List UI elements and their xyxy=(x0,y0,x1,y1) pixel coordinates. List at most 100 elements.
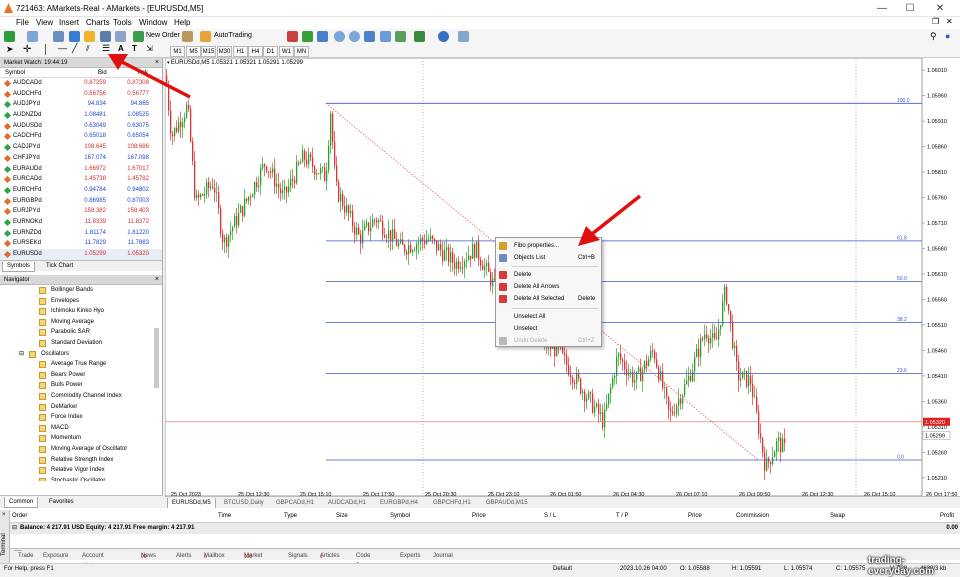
timeframe-m1[interactable]: M1 xyxy=(170,46,185,57)
market-watch-row[interactable]: EURNZDd 1.81174 1.81220 xyxy=(0,228,162,239)
new-chart-icon[interactable] xyxy=(4,31,15,42)
channel-icon[interactable]: ⫽ xyxy=(86,44,90,54)
close-terminal-icon[interactable]: × xyxy=(2,512,6,518)
market-watch-row[interactable]: EURUSDd 1.05299 1.05320 xyxy=(0,249,162,260)
tab-common[interactable]: Common xyxy=(4,497,39,508)
strategy-tester-icon[interactable] xyxy=(115,31,126,42)
market-watch-row[interactable]: AUDJPYd 94.834 94.865 xyxy=(0,99,162,110)
zoom-out-icon[interactable] xyxy=(349,31,360,42)
data-window-icon[interactable] xyxy=(69,31,80,42)
market-watch-row[interactable]: CADJPYd 108.645 108.686 xyxy=(0,142,162,153)
chart-tab-gbpcad[interactable]: GBPCADd,H1 xyxy=(276,498,314,508)
context-menu-item[interactable]: Delete xyxy=(496,270,601,280)
menu-view[interactable]: View xyxy=(36,18,53,27)
navigator-item[interactable]: Moving Average xyxy=(0,317,150,328)
timeframe-w1[interactable]: W1 xyxy=(279,46,294,57)
trendline-icon[interactable]: ╱ xyxy=(72,43,77,54)
timeframe-h1[interactable]: H1 xyxy=(233,46,248,57)
autotrading-button[interactable]: AutoTrading xyxy=(214,32,252,39)
chart-tab-eurgbp[interactable]: EURGBPd,H4 xyxy=(380,498,418,508)
chart-tab-gbpchf[interactable]: GBPCHFd,H1 xyxy=(433,498,471,508)
col-symbol[interactable]: Symbol xyxy=(5,68,25,78)
context-menu-item[interactable]: Unselect xyxy=(496,324,601,334)
close-button[interactable]: ✕ xyxy=(926,2,954,15)
navigator-item[interactable]: Average True Range xyxy=(0,359,150,370)
menu-tools[interactable]: Tools xyxy=(113,18,132,27)
navigator-item[interactable]: Moving Average of Oscillator xyxy=(0,444,150,455)
crosshair-icon[interactable]: ✛ xyxy=(23,44,31,55)
market-watch-row[interactable]: AUDUSDd 0.63049 0.63075 xyxy=(0,121,162,132)
terminal-column-header[interactable]: T / P xyxy=(616,513,629,519)
indicators-icon[interactable] xyxy=(414,31,425,42)
navigator-item[interactable]: Commodity Channel Index xyxy=(0,391,150,402)
terminal-column-header[interactable]: Time xyxy=(218,513,231,519)
chart-tab-audcad[interactable]: AUDCADd,H1 xyxy=(328,498,366,508)
status-profile[interactable]: Default xyxy=(553,566,572,572)
cursor-icon[interactable]: ➤ xyxy=(6,44,14,55)
horizontal-line-icon[interactable]: — xyxy=(58,43,67,53)
navigator-item[interactable]: Bears Power xyxy=(0,370,150,381)
navigator-group[interactable]: ⊟ Oscillators xyxy=(0,349,150,360)
tab-symbols[interactable]: Symbols xyxy=(2,262,36,272)
close-market-watch-icon[interactable]: × xyxy=(155,58,159,68)
chart-tab-gbpaud[interactable]: GBPAUDd,M15 xyxy=(486,498,528,508)
context-menu-item[interactable]: Fibo properties... xyxy=(496,241,601,251)
fibo-icon[interactable]: ☰ xyxy=(102,43,110,54)
context-menu-item[interactable]: Delete All Arrows xyxy=(496,282,601,292)
balance-row[interactable]: ⊟ Balance: 4 217.91 USD Equity: 4 217.91… xyxy=(10,523,960,534)
terminal-tab[interactable]: Articles 1 xyxy=(320,550,340,562)
tile-windows-icon[interactable] xyxy=(364,31,375,42)
terminal-column-header[interactable]: Price xyxy=(688,513,702,519)
terminal-column-header[interactable]: Type xyxy=(284,513,297,519)
market-watch-row[interactable]: CHFJPYd 167.074 167.098 xyxy=(0,153,162,164)
scroll-chart-icon[interactable] xyxy=(380,31,391,42)
market-watch-row[interactable]: EURGBPd 0.86985 0.87003 xyxy=(0,196,162,207)
terminal-tab[interactable]: Mailbox 6 xyxy=(204,550,225,562)
terminal-column-header[interactable]: Symbol xyxy=(390,513,410,519)
label-icon[interactable]: T xyxy=(132,44,137,53)
market-watch-row[interactable]: EURSEKd 11.7829 11.7883 xyxy=(0,238,162,249)
context-menu-item[interactable]: Unselect All xyxy=(496,312,601,322)
menu-window[interactable]: Window xyxy=(139,18,167,27)
navigator-item[interactable]: Momentum xyxy=(0,433,150,444)
community-icon[interactable]: ● xyxy=(945,31,950,41)
navigator-item[interactable]: Relative Strength Index xyxy=(0,455,150,466)
timeframe-d1[interactable]: D1 xyxy=(263,46,278,57)
market-watch-row[interactable]: AUDCHFd 0.56756 0.56777 xyxy=(0,89,162,100)
tab-tick-chart[interactable]: Tick Chart xyxy=(42,262,77,271)
menu-charts[interactable]: Charts xyxy=(86,18,110,27)
navigator-icon[interactable] xyxy=(84,31,95,42)
navigator-item[interactable]: Bulls Power xyxy=(0,380,150,391)
terminal-column-header[interactable]: Size xyxy=(336,513,348,519)
chart-tab-btcusd[interactable]: BTCUSD,Daily xyxy=(224,498,264,508)
timeframe-m5[interactable]: M5 xyxy=(186,46,201,57)
line-chart-icon[interactable] xyxy=(317,31,328,42)
menu-insert[interactable]: Insert xyxy=(59,18,79,27)
market-watch-row[interactable]: AUDCADd 0.87259 0.87308 xyxy=(0,78,162,89)
navigator-scrollbar[interactable] xyxy=(154,328,159,388)
close-navigator-icon[interactable]: × xyxy=(155,275,159,285)
market-watch-icon[interactable] xyxy=(53,31,64,42)
metaeditor-icon[interactable] xyxy=(182,31,193,42)
terminal-tab[interactable]: Market 103 xyxy=(244,550,262,562)
col-ask[interactable]: Ask xyxy=(138,68,148,78)
close-child-icon[interactable]: ✕ xyxy=(946,17,953,26)
navigator-item[interactable]: Envelopes xyxy=(0,296,150,307)
terminal-icon[interactable] xyxy=(100,31,111,42)
maximize-button[interactable]: ☐ xyxy=(896,2,924,15)
context-menu-item[interactable]: Objects List Ctrl+B xyxy=(496,253,601,263)
new-order-button[interactable]: New Order xyxy=(146,32,180,39)
search-icon[interactable]: ⚲ xyxy=(930,31,937,42)
market-watch-row[interactable]: CADCHFd 0.65018 0.65054 xyxy=(0,131,162,142)
periods-icon[interactable] xyxy=(438,31,449,42)
arrows-icon[interactable]: ⇲ xyxy=(146,44,153,53)
menu-help[interactable]: Help xyxy=(174,18,190,27)
terminal-column-header[interactable]: Price xyxy=(472,513,486,519)
terminal-tab[interactable]: Trade xyxy=(14,550,33,559)
navigator-item[interactable]: Standard Deviation xyxy=(0,338,150,349)
new-order-icon[interactable] xyxy=(133,31,144,42)
terminal-column-header[interactable]: Profit xyxy=(940,513,954,519)
navigator-item[interactable]: DeMarker xyxy=(0,402,150,413)
bar-chart-icon[interactable] xyxy=(287,31,298,42)
terminal-column-header[interactable]: Commission xyxy=(736,513,769,519)
